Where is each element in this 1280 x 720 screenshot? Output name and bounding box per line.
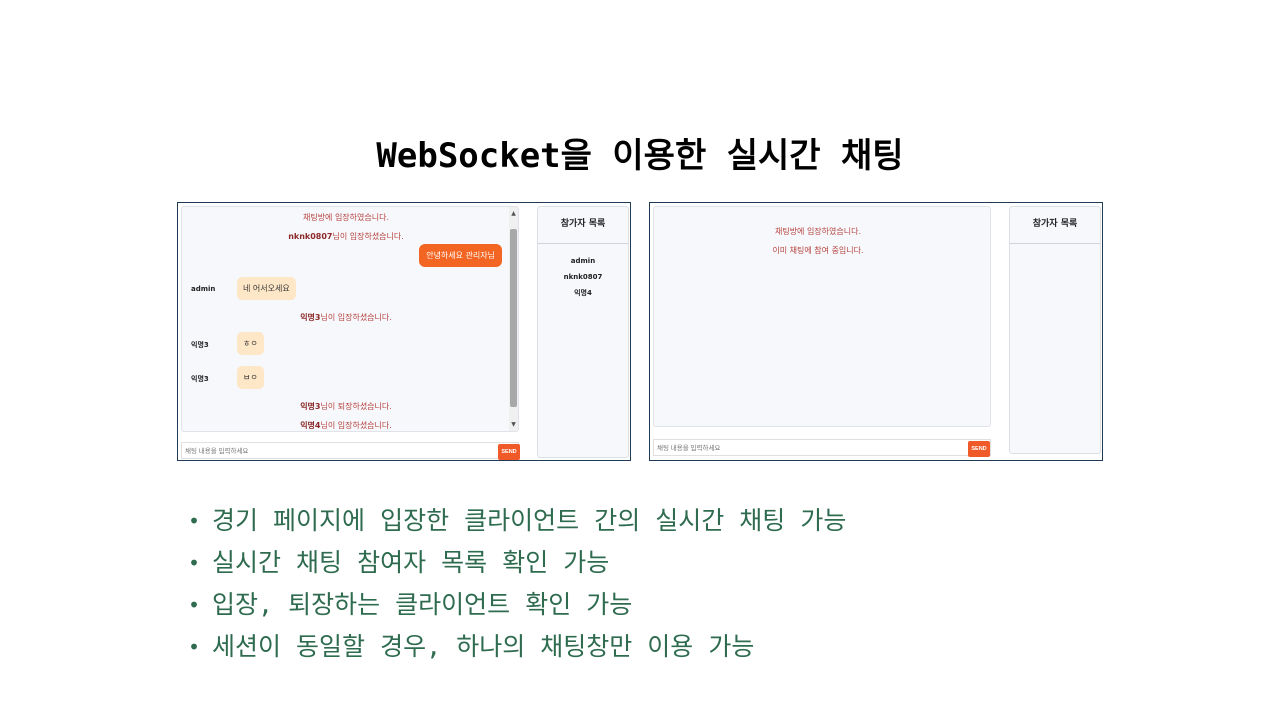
participant-item: admin	[570, 257, 596, 265]
scrollbar-thumb[interactable]	[510, 229, 517, 407]
leave-nick: 익명3	[300, 402, 321, 411]
bullet-icon: •	[188, 593, 201, 617]
chat-message-area[interactable]: 채팅방에 입장하였습니다. nknk0807님이 입장하셨습니다. 안녕하세요 …	[181, 206, 519, 432]
sender-nick: 익명3	[191, 375, 209, 383]
slide-title: WebSocket을 이용한 실시간 채팅	[376, 136, 904, 176]
system-message: 채팅방에 입장하였습니다.	[774, 227, 862, 236]
participant-item: nknk0807	[563, 273, 603, 281]
scrollbar[interactable]: ▲ ▼	[509, 207, 518, 431]
other-message-bubble: ㅎㅇ	[237, 332, 264, 355]
chat-window-left: 채팅방에 입장하였습니다. nknk0807님이 입장하셨습니다. 안녕하세요 …	[177, 202, 631, 461]
feature-item: • 경기 페이지에 입장한 클라이언트 간의 실시간 채팅 가능	[186, 502, 846, 544]
join-suffix: 님이 입장하셨습니다.	[320, 421, 392, 430]
sender-nick: 익명3	[191, 341, 209, 349]
feature-item: • 입장, 퇴장하는 클라이언트 확인 가능	[186, 586, 846, 628]
join-nick: 익명4	[300, 421, 321, 430]
participants-panel: 참가자 목록	[1009, 206, 1101, 454]
chat-input-row: SEND	[181, 442, 520, 460]
send-button[interactable]: SEND	[968, 441, 990, 457]
join-nick: nknk0807	[288, 232, 333, 241]
join-suffix: 님이 입장하셨습니다.	[332, 232, 404, 241]
my-message-bubble: 안녕하세요 관리자님	[419, 244, 502, 267]
sender-nick: admin	[191, 285, 216, 293]
system-message: 채팅방에 입장하였습니다.	[302, 213, 390, 222]
bullet-icon: •	[188, 635, 201, 659]
leave-message: 익명3님이 퇴장하셨습니다.	[182, 401, 510, 412]
bullet-icon: •	[188, 509, 201, 533]
feature-text: 입장, 퇴장하는 클라이언트 확인 가능	[212, 590, 633, 619]
other-message-bubble: ㅂㅇ	[237, 366, 264, 389]
feature-text: 경기 페이지에 입장한 클라이언트 간의 실시간 채팅 가능	[212, 506, 847, 535]
participants-header: 참가자 목록	[1010, 207, 1100, 244]
participants-header: 참가자 목록	[538, 207, 628, 244]
chat-window-right: 채팅방에 입장하였습니다. 이미 채팅에 참여 중입니다. SEND 참가자 목…	[649, 202, 1103, 461]
system-message: 이미 채팅에 참여 중입니다.	[772, 246, 864, 255]
feature-item: • 실시간 채팅 참여자 목록 확인 가능	[186, 544, 846, 586]
participants-list: admin nknk0807 익명4	[538, 244, 628, 301]
chat-message-area[interactable]: 채팅방에 입장하였습니다. 이미 채팅에 참여 중입니다.	[653, 206, 991, 427]
leave-suffix: 님이 퇴장하셨습니다.	[320, 402, 392, 411]
scroll-down-icon[interactable]: ▼	[509, 420, 518, 429]
participants-panel: 참가자 목록 admin nknk0807 익명4	[537, 206, 629, 458]
feature-item: • 세션이 동일할 경우, 하나의 채팅창만 이용 가능	[186, 628, 846, 670]
other-message-bubble: 네 어서오세요	[237, 277, 296, 300]
join-nick: 익명3	[300, 313, 321, 322]
participant-item: 익명4	[574, 289, 592, 297]
chat-input[interactable]	[657, 443, 957, 454]
join-suffix: 님이 입장하셨습니다.	[320, 313, 392, 322]
feature-text: 세션이 동일할 경우, 하나의 채팅창만 이용 가능	[212, 632, 755, 661]
chat-input-row: SEND	[653, 439, 991, 457]
feature-list: • 경기 페이지에 입장한 클라이언트 간의 실시간 채팅 가능 • 실시간 채팅 …	[186, 502, 846, 670]
join-message: nknk0807님이 입장하셨습니다.	[182, 231, 510, 242]
participants-list	[1010, 244, 1100, 253]
join-message: 익명4님이 입장하셨습니다.	[182, 420, 510, 431]
feature-text: 실시간 채팅 참여자 목록 확인 가능	[212, 548, 610, 577]
send-button[interactable]: SEND	[498, 444, 520, 460]
chat-input[interactable]	[185, 446, 485, 457]
join-message: 익명3님이 입장하셨습니다.	[182, 312, 510, 323]
scroll-up-icon[interactable]: ▲	[509, 209, 518, 218]
bullet-icon: •	[188, 551, 201, 575]
